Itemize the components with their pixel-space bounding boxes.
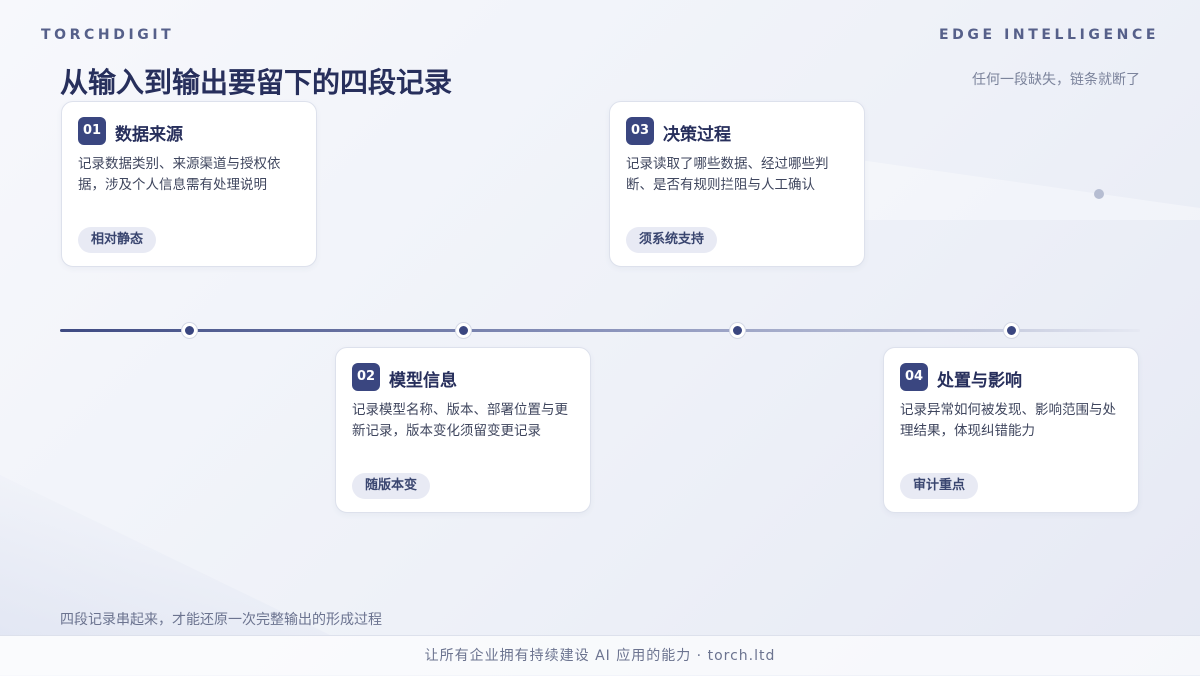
card-tag: 须系统支持	[626, 227, 718, 253]
card-title: 处置与影响	[937, 371, 1022, 391]
timeline-node-1	[182, 323, 197, 338]
card-description: 记录读取了哪些数据、经过哪些判断、是否有规则拦阻与人工确认	[626, 156, 829, 193]
card-tag: 审计重点	[900, 473, 979, 499]
footnote: 四段记录串起来，才能还原一次完整输出的形成过程	[60, 612, 382, 628]
card-description: 记录模型名称、版本、部署位置与更新记录，版本变化须留变更记录	[352, 402, 568, 439]
timeline-node-4	[1004, 323, 1019, 338]
page-subtitle: 任何一段缺失，链条就断了	[972, 72, 1140, 88]
timeline-node-3	[730, 323, 745, 338]
page-title: 从输入到输出要留下的四段记录	[60, 66, 453, 99]
decorative-dot	[1094, 189, 1104, 199]
card-title: 决策过程	[663, 125, 731, 145]
footer-text: 让所有企业拥有持续建设 AI 应用的能力 · torch.ltd	[424, 648, 776, 664]
record-card-data-source: 01 数据来源 记录数据类别、来源渠道与授权依据，涉及个人信息需有处理说明 相对…	[61, 101, 317, 267]
step-number-badge: 01	[78, 117, 106, 145]
record-card-handling-impact: 04 处置与影响 记录异常如何被发现、影响范围与处理结果，体现纠错能力 审计重点	[883, 347, 1139, 513]
card-title: 模型信息	[389, 371, 457, 391]
brand-logo-text: TORCHDIGIT	[41, 27, 175, 43]
timeline-line	[60, 329, 1140, 332]
step-number-badge: 02	[352, 363, 380, 391]
timeline-node-2	[456, 323, 471, 338]
footer-bar: 让所有企业拥有持续建设 AI 应用的能力 · torch.ltd	[0, 635, 1200, 675]
card-tag: 随版本变	[352, 473, 431, 499]
step-number-badge: 04	[900, 363, 928, 391]
record-card-decision-process: 03 决策过程 记录读取了哪些数据、经过哪些判断、是否有规则拦阻与人工确认 须系…	[609, 101, 865, 267]
background-decoration-right	[860, 160, 1200, 220]
card-description: 记录数据类别、来源渠道与授权依据，涉及个人信息需有处理说明	[78, 156, 281, 193]
record-card-model-info: 02 模型信息 记录模型名称、版本、部署位置与更新记录，版本变化须留变更记录 随…	[335, 347, 591, 513]
card-tag: 相对静态	[78, 227, 157, 253]
card-description: 记录异常如何被发现、影响范围与处理结果，体现纠错能力	[900, 402, 1116, 439]
step-number-badge: 03	[626, 117, 654, 145]
header-tagline: EDGE INTELLIGENCE	[938, 27, 1159, 43]
card-title: 数据来源	[115, 125, 183, 145]
